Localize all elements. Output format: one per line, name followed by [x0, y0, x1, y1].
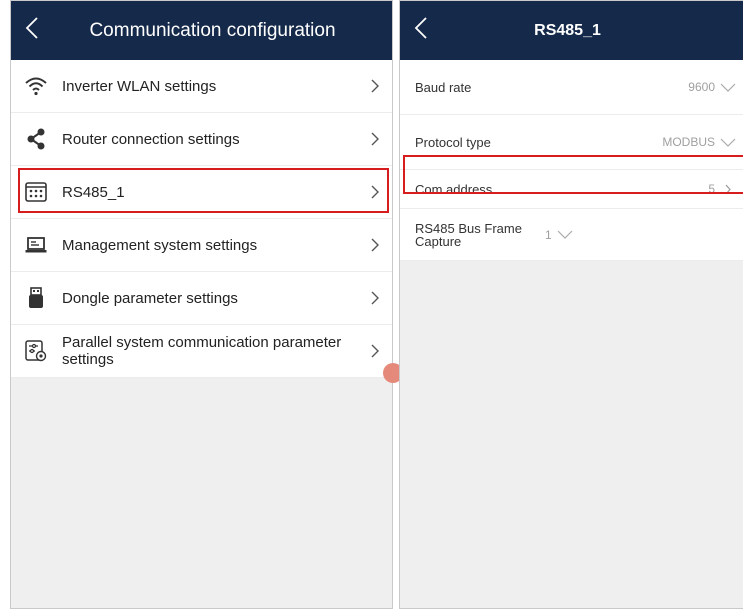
inverter-wlan-settings-item[interactable]: Inverter WLAN settings [11, 60, 392, 113]
rs485-1-screen: RS485_1 Baud rate 9600 Protocol type MOD… [399, 0, 743, 609]
item-label: Management system settings [62, 236, 258, 254]
item-label: Router connection settings [62, 130, 240, 148]
rs485-settings-list: Baud rate 9600 Protocol type MODBUS Com … [400, 60, 743, 261]
header-bar: Communication configuration [11, 1, 392, 60]
usb-dongle-icon [24, 286, 48, 310]
chevron-right-icon [371, 291, 379, 305]
item-label: Dongle parameter settings [62, 289, 238, 307]
chevron-right-icon [371, 185, 379, 199]
item-label: Inverter WLAN settings [62, 77, 217, 95]
chevron-left-icon [25, 17, 38, 39]
chevron-right-icon [371, 344, 379, 358]
settings-sliders-icon [24, 339, 48, 363]
management-system-settings-item[interactable]: Management system settings [11, 219, 392, 272]
com-address-row[interactable]: Com address 5 [400, 170, 743, 209]
wifi-icon [24, 74, 48, 98]
chevron-down-icon [556, 229, 574, 241]
baud-rate-value: 9600 [688, 80, 715, 94]
laptop-icon [24, 233, 48, 257]
row-label: Baud rate [415, 79, 472, 95]
protocol-type-value: MODBUS [662, 135, 715, 149]
row-label: Protocol type [415, 134, 491, 150]
row-label: RS485 Bus Frame Capture [415, 220, 522, 249]
dongle-parameter-settings-item[interactable]: Dongle parameter settings [11, 272, 392, 325]
bus-frame-capture-row[interactable]: RS485 Bus Frame Capture 1 [400, 209, 743, 261]
header-bar: RS485_1 [400, 1, 743, 60]
back-button[interactable] [408, 13, 434, 43]
share-icon [24, 127, 48, 151]
page-title: RS485_1 [534, 21, 601, 39]
communication-configuration-screen: Communication configuration Inverter WLA… [10, 0, 393, 609]
settings-list: Inverter WLAN settings Router connection… [11, 60, 392, 378]
chevron-down-icon [719, 81, 737, 93]
chevron-right-icon [371, 132, 379, 146]
item-label: Parallel system communication parameter … [62, 334, 342, 368]
row-label: Com address [415, 181, 493, 197]
chevron-right-icon [719, 183, 737, 195]
item-label: RS485_1 [62, 183, 125, 201]
bus-frame-capture-value: 1 [545, 227, 552, 242]
com-address-value: 5 [708, 182, 715, 196]
chevron-down-icon [719, 136, 737, 148]
protocol-type-row[interactable]: Protocol type MODBUS [400, 115, 743, 170]
back-button[interactable] [19, 13, 45, 43]
chevron-right-icon [371, 238, 379, 252]
page-title: Communication configuration [89, 19, 336, 41]
chevron-right-icon [371, 79, 379, 93]
router-connection-settings-item[interactable]: Router connection settings [11, 113, 392, 166]
baud-rate-row[interactable]: Baud rate 9600 [400, 60, 743, 115]
rs485-1-item[interactable]: RS485_1 [11, 166, 392, 219]
rs485-port-icon [24, 180, 48, 204]
parallel-system-communication-settings-item[interactable]: Parallel system communication parameter … [11, 325, 392, 378]
chevron-left-icon [414, 17, 427, 39]
